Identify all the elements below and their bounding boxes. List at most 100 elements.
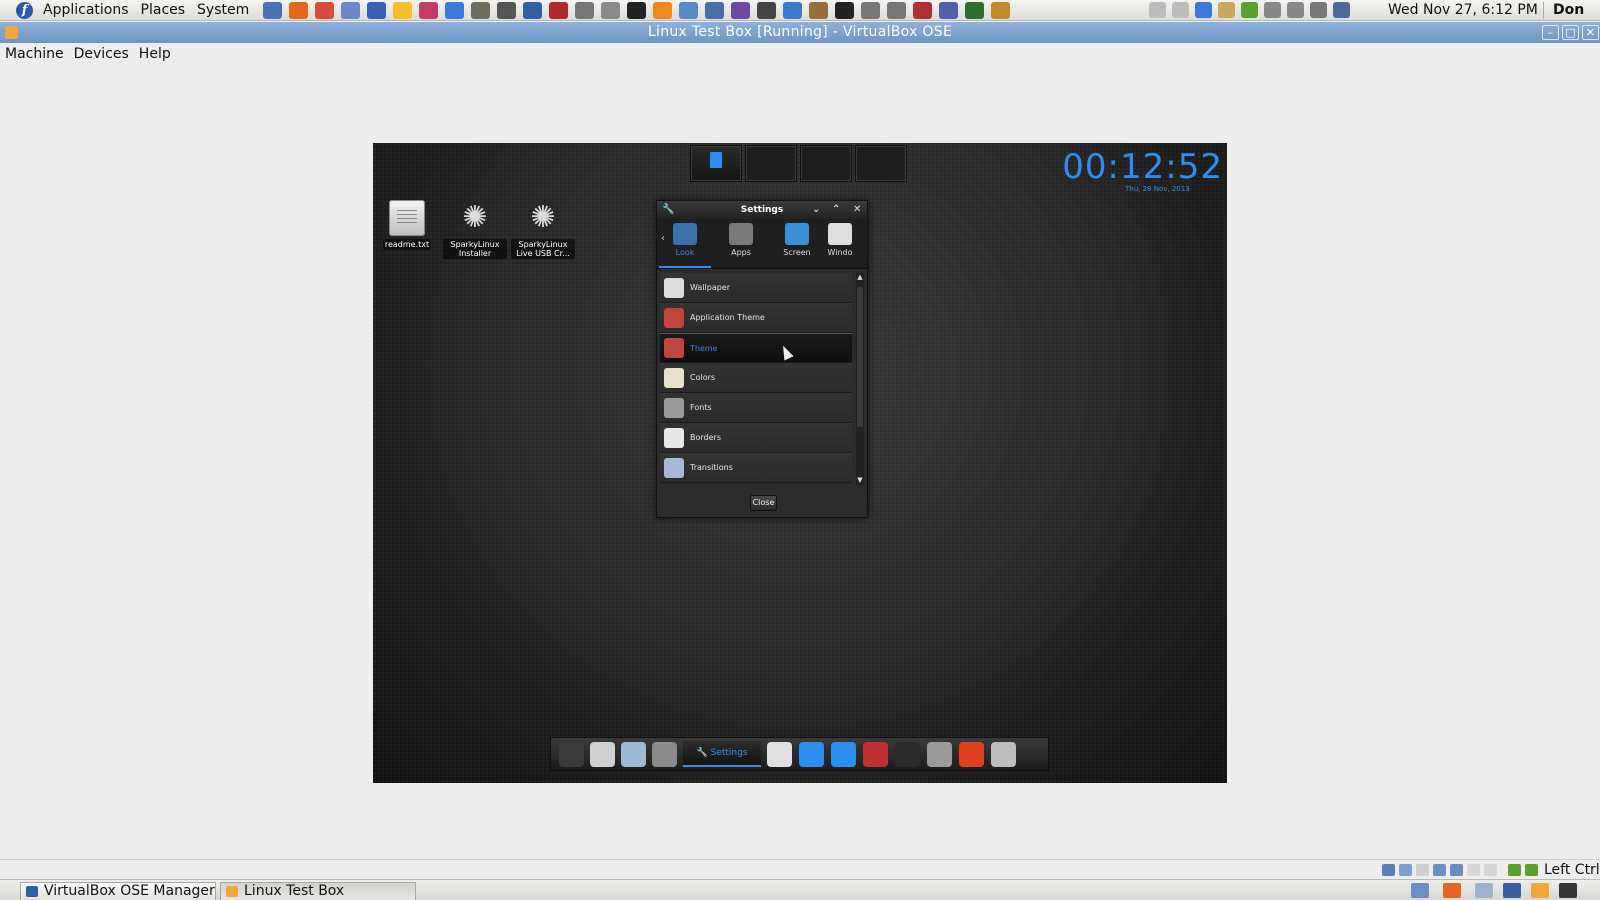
network-tray-icon[interactable] bbox=[1264, 2, 1281, 18]
shelf-desktops-icon[interactable] bbox=[991, 741, 1016, 767]
menu-system[interactable]: System bbox=[191, 0, 255, 21]
fedora-logo-icon[interactable]: f bbox=[16, 1, 33, 19]
monitor-icon[interactable] bbox=[965, 1, 985, 19]
chat-icon[interactable] bbox=[341, 1, 361, 19]
sparky-tray-icon[interactable] bbox=[1195, 2, 1212, 18]
writer-icon[interactable] bbox=[679, 1, 699, 19]
taskbar-item-linux-test-box[interactable]: Linux Test Box [Runnin... bbox=[220, 882, 416, 900]
settings-item-application-theme[interactable]: Application Theme bbox=[660, 303, 852, 333]
slides-icon[interactable] bbox=[523, 1, 543, 19]
tab-screen[interactable]: Screen bbox=[769, 219, 825, 268]
shelf-thermometer-icon[interactable] bbox=[799, 741, 824, 767]
close-button[interactable]: Close bbox=[750, 495, 777, 511]
volume-icon[interactable] bbox=[1310, 2, 1327, 18]
shelf-wrench-icon[interactable] bbox=[927, 741, 952, 767]
shelf-bulb-icon[interactable] bbox=[767, 741, 792, 767]
firefox-workspace-icon[interactable] bbox=[1443, 883, 1461, 898]
shelf-up-icon[interactable] bbox=[559, 741, 584, 767]
sparky-icon[interactable] bbox=[445, 1, 465, 19]
workspace-1[interactable] bbox=[690, 145, 742, 182]
menu-applications[interactable]: Applications bbox=[37, 0, 135, 21]
maximize-button[interactable]: □ bbox=[1562, 25, 1579, 40]
settings-item-wallpaper[interactable]: Wallpaper bbox=[660, 273, 852, 303]
menu-help[interactable]: Help bbox=[134, 46, 176, 62]
workspace-4-icon[interactable] bbox=[1503, 883, 1521, 898]
hard-disk-icon[interactable] bbox=[1382, 864, 1395, 876]
settings-item-colors[interactable]: Colors bbox=[660, 363, 852, 393]
mouse-integration-icon[interactable] bbox=[1508, 864, 1521, 876]
shelf-task-settings[interactable]: 🔧 Settings bbox=[683, 741, 761, 767]
update-icon[interactable] bbox=[627, 1, 647, 19]
desktop-icon-readme[interactable]: readme.txt bbox=[375, 200, 439, 250]
menu-devices[interactable]: Devices bbox=[69, 46, 134, 62]
notes-icon[interactable] bbox=[393, 1, 413, 19]
scrollbar-thumb[interactable] bbox=[857, 287, 863, 427]
shelf-gauge-icon[interactable] bbox=[895, 741, 920, 767]
feather-icon[interactable] bbox=[783, 1, 803, 19]
settings-item-theme[interactable]: Theme bbox=[660, 333, 852, 363]
shelf-clipboard-icon[interactable] bbox=[831, 741, 856, 767]
close-window-button[interactable]: ✕ bbox=[1582, 25, 1599, 40]
mic-icon[interactable] bbox=[1287, 2, 1304, 18]
terminal-icon[interactable] bbox=[835, 1, 855, 19]
menu-machine[interactable]: Machine bbox=[0, 46, 69, 62]
workspace-2[interactable] bbox=[745, 145, 797, 182]
tab-apps[interactable]: Apps bbox=[713, 219, 769, 268]
network-icon[interactable] bbox=[601, 1, 621, 19]
desktop-icon-usb-creator[interactable]: ✺ SparkyLinux Live USB Cr... bbox=[511, 200, 575, 259]
settings-item-fonts[interactable]: Fonts bbox=[660, 393, 852, 423]
workspace-3[interactable] bbox=[800, 145, 852, 182]
settings-item-transitions[interactable]: Transitions bbox=[660, 453, 852, 483]
camera-icon[interactable] bbox=[497, 1, 517, 19]
minimize-button[interactable]: – bbox=[1542, 25, 1559, 40]
workspace-3-icon[interactable] bbox=[1475, 883, 1493, 898]
shelf-sparky-icon[interactable] bbox=[652, 741, 677, 767]
chrome-icon[interactable] bbox=[315, 1, 335, 19]
search-icon[interactable] bbox=[991, 1, 1011, 19]
games-icon[interactable] bbox=[731, 1, 751, 19]
shared-folder-icon[interactable] bbox=[1467, 864, 1480, 876]
guest-screen[interactable]: 00:12:52 Thu, 28 Nov, 2013 readme.txt ✺ … bbox=[373, 143, 1227, 783]
floppy-icon[interactable] bbox=[1416, 864, 1429, 876]
desktop-icon-installer[interactable]: ✺ SparkyLinux Installer bbox=[443, 200, 507, 259]
scroll-up-icon[interactable]: ▲ bbox=[856, 273, 864, 282]
panel-clock[interactable]: Wed Nov 27, 6:12 PM bbox=[1388, 0, 1538, 21]
network-adapter-icon[interactable] bbox=[1450, 864, 1463, 876]
webcam-icon[interactable] bbox=[575, 1, 595, 19]
vlc-icon[interactable] bbox=[653, 1, 673, 19]
tools-icon[interactable] bbox=[913, 1, 933, 19]
chevron-down-icon[interactable]: ⌄ bbox=[812, 201, 820, 219]
tab-look[interactable]: Look bbox=[657, 219, 713, 268]
pointer-icon[interactable] bbox=[939, 1, 959, 19]
check-icon[interactable] bbox=[1241, 2, 1258, 18]
keyboard-capture-icon[interactable] bbox=[1525, 864, 1538, 876]
workspace-5-icon[interactable] bbox=[1531, 883, 1549, 898]
clipboard-tray-icon[interactable] bbox=[1172, 2, 1189, 18]
scroll-down-icon[interactable]: ▼ bbox=[856, 476, 864, 485]
gimp-icon[interactable] bbox=[471, 1, 491, 19]
shelf-files-icon[interactable] bbox=[590, 741, 615, 767]
vbox-title-bar[interactable]: Linux Test Box [Running] - VirtualBox OS… bbox=[0, 22, 1600, 43]
menu-places[interactable]: Places bbox=[135, 0, 192, 21]
user-switcher[interactable]: Don bbox=[1553, 0, 1584, 21]
globe-icon[interactable] bbox=[367, 1, 387, 19]
chevron-up-icon[interactable]: ⌃ bbox=[832, 201, 840, 219]
calculator-icon[interactable] bbox=[757, 1, 777, 19]
binary-icon[interactable] bbox=[861, 1, 881, 19]
notes-tray-icon[interactable] bbox=[1149, 2, 1166, 18]
clipboard-icon[interactable] bbox=[1218, 2, 1235, 18]
virtualbox-window-icon[interactable] bbox=[5, 26, 18, 39]
archive-icon[interactable] bbox=[809, 1, 829, 19]
show-desktop-icon[interactable] bbox=[1559, 883, 1577, 898]
settings-title-bar[interactable]: 🔧 Settings ⌄ ⌃ ✕ bbox=[657, 201, 867, 219]
shelf-power-icon[interactable] bbox=[959, 741, 984, 767]
workspace-4[interactable] bbox=[855, 145, 907, 182]
remote-icon[interactable] bbox=[705, 1, 725, 19]
settings-item-borders[interactable]: Borders bbox=[660, 423, 852, 453]
capture-icon[interactable] bbox=[1484, 864, 1497, 876]
taskbar-item-virtualbox-manager[interactable]: VirtualBox OSE Manager bbox=[20, 882, 216, 900]
close-icon[interactable]: ✕ bbox=[853, 201, 861, 219]
tab-windows[interactable]: Windo bbox=[825, 219, 855, 268]
shelf-flag-icon[interactable] bbox=[863, 741, 888, 767]
thunderbird-icon[interactable] bbox=[263, 1, 283, 19]
